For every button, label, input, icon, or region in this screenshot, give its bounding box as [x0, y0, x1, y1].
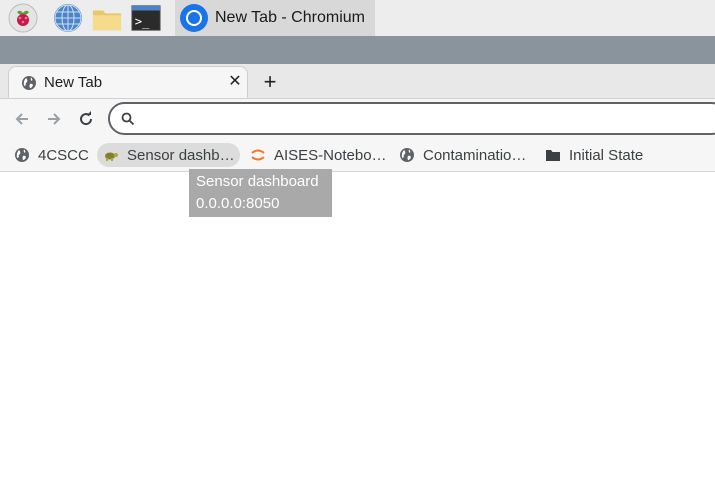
- taskbar-task-chromium[interactable]: New Tab - Chromium: [175, 0, 375, 36]
- bookmark-contamination[interactable]: Contaminatio…: [393, 143, 532, 167]
- window-title-bar[interactable]: [0, 36, 715, 64]
- address-bar[interactable]: [108, 102, 715, 135]
- tab-strip: New Tab ✕ +: [0, 64, 715, 98]
- close-icon[interactable]: ✕: [225, 71, 245, 91]
- browser-toolbar: [0, 98, 715, 138]
- tooltip-url: 0.0.0.0:8050: [196, 195, 280, 212]
- bookmark-label: Sensor dashb…: [127, 146, 235, 164]
- search-icon: [121, 112, 135, 126]
- bookmark-4cscc[interactable]: 4CSCC: [8, 143, 95, 167]
- bookmark-label: AISES-Notebo…: [274, 146, 387, 164]
- bookmark-label: Contaminatio…: [423, 146, 527, 164]
- address-input[interactable]: [144, 108, 708, 132]
- bookmark-tooltip: Sensor dashboard 0.0.0.0:8050: [189, 169, 332, 217]
- folder-icon: [545, 147, 561, 163]
- arrow-left-icon: [15, 113, 28, 125]
- chromium-icon: [179, 3, 209, 33]
- terminal-icon[interactable]: >_: [131, 3, 161, 33]
- globe-icon: [21, 75, 37, 96]
- page-content[interactable]: [0, 172, 715, 491]
- tab-new-tab[interactable]: New Tab ✕: [8, 66, 248, 98]
- bookmark-label: 4CSCC: [38, 146, 89, 164]
- taskbar-task-label: New Tab - Chromium: [215, 9, 365, 26]
- new-tab-button[interactable]: +: [258, 69, 282, 94]
- taskbar: >_ New Tab - Chromium: [0, 0, 715, 36]
- tab-label: New Tab: [44, 74, 103, 91]
- web-browser-icon[interactable]: [53, 3, 83, 33]
- reload-icon: [80, 111, 93, 126]
- bookmarks-bar: 4CSCC Sensor dashb… AISES-Notebo… Contam…: [0, 138, 715, 172]
- back-button[interactable]: [10, 107, 34, 131]
- jupyter-icon: [250, 147, 266, 163]
- file-manager-icon[interactable]: [92, 3, 122, 33]
- globe-icon: [14, 147, 30, 163]
- bookmark-aises-notebook[interactable]: AISES-Notebo…: [244, 143, 393, 167]
- svg-text:>_: >_: [135, 15, 150, 29]
- raspberry-pi-menu-icon[interactable]: [8, 3, 38, 33]
- globe-icon: [399, 147, 415, 163]
- bookmark-label: Initial State: [569, 146, 644, 164]
- tooltip-title: Sensor dashboard: [196, 173, 319, 190]
- bookmark-folder-initial-state[interactable]: Initial State: [539, 143, 649, 167]
- reload-button[interactable]: [74, 107, 98, 131]
- bookmark-sensor-dashboard[interactable]: Sensor dashb…: [97, 143, 240, 167]
- forward-button[interactable]: [42, 107, 66, 131]
- arrow-right-icon: [48, 113, 61, 125]
- turtle-icon: [103, 147, 119, 163]
